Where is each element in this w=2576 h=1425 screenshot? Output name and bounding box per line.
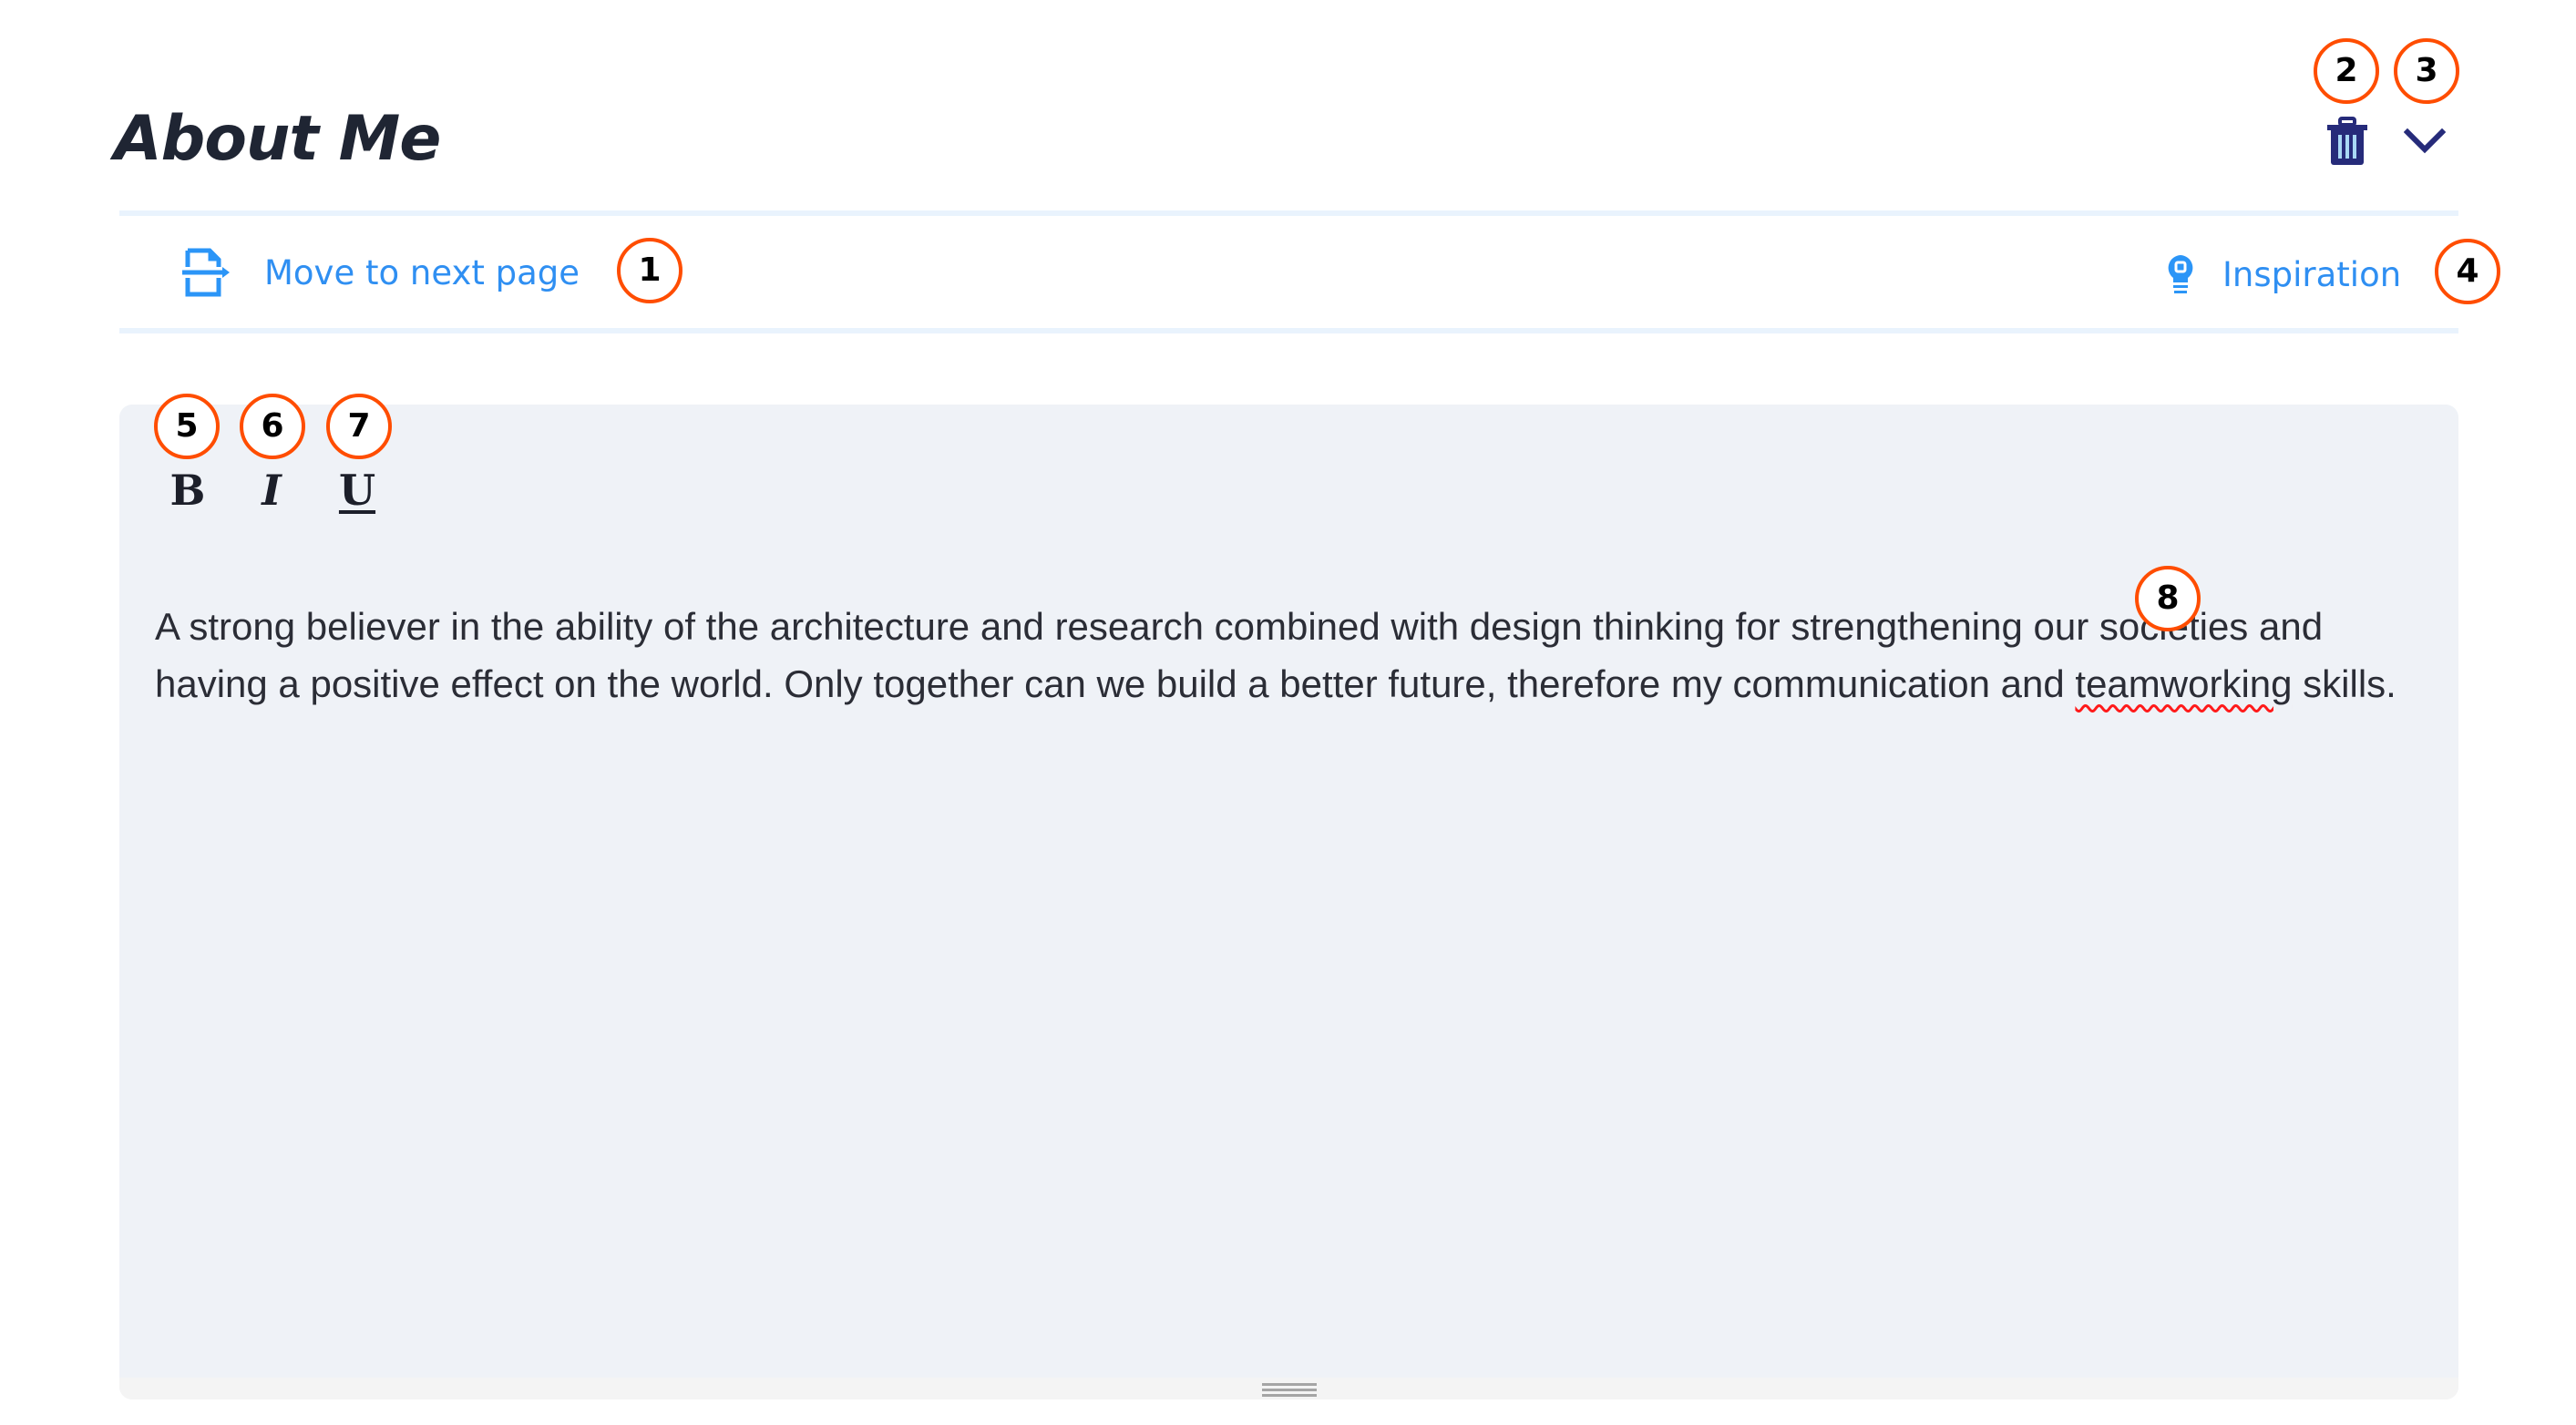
header-divider — [119, 210, 2458, 216]
inspiration-label: Inspiration — [2222, 254, 2402, 294]
section-title: About Me — [114, 103, 441, 175]
editor-text-part: A strong believer in the ability of the … — [155, 605, 2324, 705]
move-to-next-page-label: Move to next page — [264, 252, 580, 292]
editor-resize-handle[interactable] — [119, 1378, 2458, 1399]
move-to-next-page-button[interactable]: Move to next page — [182, 244, 580, 301]
editor-content[interactable]: A strong believer in the ability of the … — [155, 598, 2415, 712]
annotation-badge-8: 8 — [2135, 566, 2201, 631]
annotation-badge-5: 5 — [154, 394, 220, 459]
editor-text-part: skills. — [2292, 662, 2396, 705]
annotation-badge-7: 7 — [326, 394, 392, 459]
collapse-section-button[interactable] — [2396, 118, 2453, 164]
annotation-badge-3: 3 — [2394, 38, 2459, 104]
annotation-badge-2: 2 — [2314, 38, 2379, 104]
annotation-badge-6: 6 — [240, 394, 305, 459]
italic-button[interactable]: I — [244, 460, 299, 520]
chevron-down-icon — [2404, 128, 2446, 154]
underline-button[interactable]: U — [330, 460, 385, 520]
lightbulb-icon — [2168, 255, 2193, 293]
delete-section-button[interactable] — [2322, 115, 2373, 168]
trash-icon — [2327, 117, 2367, 165]
move-page-icon — [182, 248, 230, 297]
annotation-badge-1: 1 — [617, 238, 682, 303]
text-editor[interactable] — [119, 405, 2458, 1399]
misspelled-word[interactable]: teamworking — [2075, 662, 2292, 705]
inspiration-button[interactable]: Inspiration — [2166, 246, 2401, 302]
bold-button[interactable]: B — [160, 460, 215, 520]
annotation-badge-4: 4 — [2435, 239, 2500, 304]
actions-divider — [119, 328, 2458, 333]
